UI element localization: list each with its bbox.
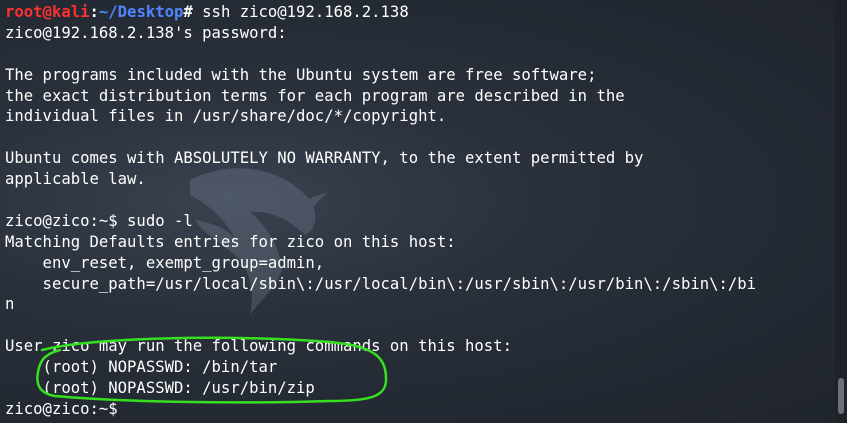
ssh-command: ssh zico@192.168.2.138 — [192, 3, 409, 21]
terminal-line: (root) NOPASSWD: /usr/bin/zip — [5, 379, 315, 398]
prompt-user: root@kali — [5, 3, 90, 21]
terminal-window[interactable]: root@kali:~/Desktop# ssh zico@192.168.2.… — [0, 0, 847, 423]
terminal-line: applicable law. — [5, 170, 146, 189]
terminal-line: User zico may run the following commands… — [5, 337, 512, 356]
prompt-colon: : — [89, 3, 99, 21]
prompt-symbol: # — [183, 3, 193, 21]
terminal-line: zico@zico:~$ sudo -l — [5, 211, 193, 230]
terminal-line: root@kali:~/Desktop# ssh zico@192.168.2.… — [5, 2, 833, 23]
terminal-line: zico@zico:~$ — [5, 399, 118, 418]
terminal-line: env_reset, exempt_group=admin, — [5, 253, 325, 272]
terminal-line: individual files in /usr/share/doc/*/cop… — [5, 107, 447, 126]
terminal-line: (root) NOPASSWD: /bin/tar — [5, 358, 278, 377]
prompt-path: ~/Desktop — [98, 3, 184, 21]
terminal-line: n — [5, 295, 15, 314]
scrollbar-thumb[interactable] — [838, 378, 844, 414]
terminal-line: The programs included with the Ubuntu sy… — [5, 65, 597, 84]
terminal-line: Ubuntu comes with ABSOLUTELY NO WARRANTY… — [5, 149, 644, 168]
terminal-line: zico@192.168.2.138's password: — [5, 23, 287, 42]
terminal-output: root@kali:~/Desktop# ssh zico@192.168.2.… — [5, 2, 833, 420]
scrollbar[interactable] — [835, 0, 847, 423]
terminal-line: the exact distribution terms for each pr… — [5, 86, 625, 105]
terminal-line: Matching Defaults entries for zico on th… — [5, 232, 456, 251]
terminal-line: secure_path=/usr/local/sbin\:/usr/local/… — [5, 274, 757, 293]
